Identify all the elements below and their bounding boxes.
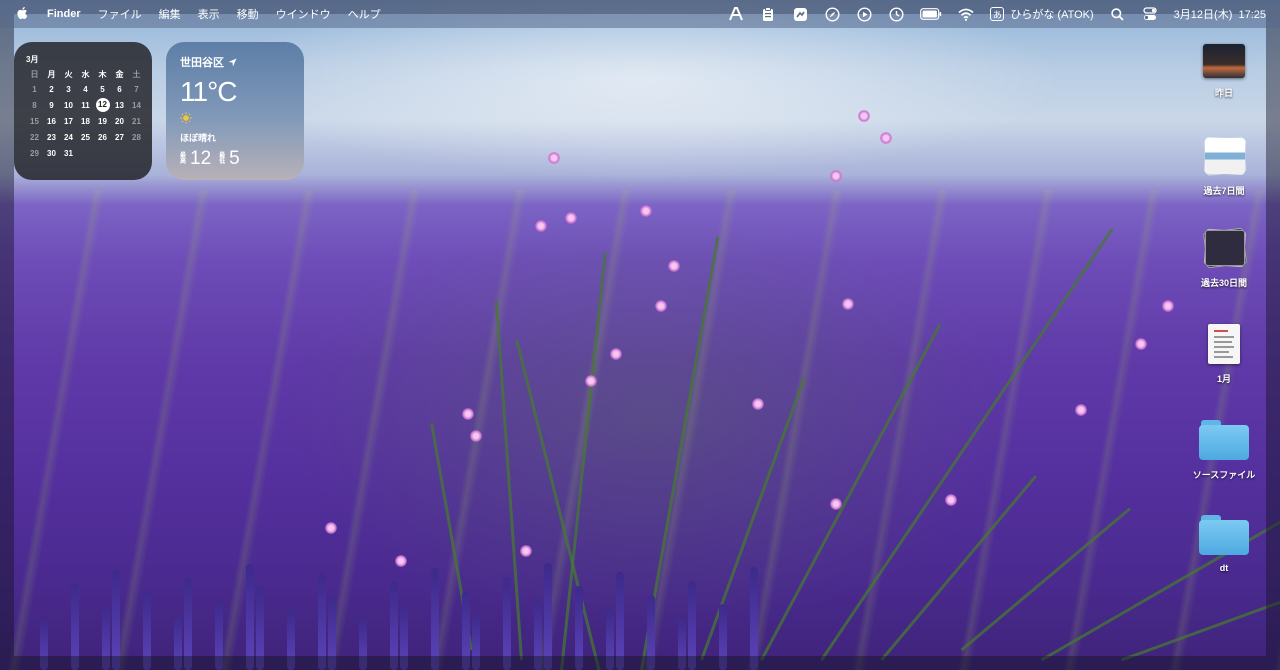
photo-thumbnail-icon bbox=[1203, 44, 1245, 78]
document-icon bbox=[1208, 324, 1240, 364]
input-method-menu[interactable]: あ ひらがな (ATOK) bbox=[990, 6, 1094, 22]
folder-icon bbox=[1199, 420, 1249, 460]
calendar-day: 11 bbox=[81, 101, 90, 110]
calendar-day: 24 bbox=[64, 133, 73, 142]
desktop-item-label: dt bbox=[1219, 563, 1229, 573]
input-method-label: ひらがな (ATOK) bbox=[1010, 9, 1094, 21]
desktop-item-last-7-days[interactable]: 過去7日間 bbox=[1184, 136, 1264, 197]
desktop-item-label: 過去30日間 bbox=[1200, 278, 1247, 288]
calendar-day: 16 bbox=[47, 117, 56, 126]
menu-bar: Finder ファイル 編集 表示 移動 ウインドウ ヘルプ あ ひらがな (A… bbox=[0, 0, 1280, 28]
calendar-weekday: 水 bbox=[81, 70, 90, 79]
stack-icon bbox=[1202, 227, 1248, 269]
desktop-item-dt[interactable]: dt bbox=[1184, 515, 1264, 573]
safari-compass-icon[interactable] bbox=[824, 6, 840, 22]
app-menu-finder[interactable]: Finder bbox=[47, 8, 81, 20]
desktop-item-label: 昨日 bbox=[1214, 88, 1233, 98]
desktop-item-source-files[interactable]: ソースファイル bbox=[1184, 420, 1264, 481]
calendar-weekday: 月 bbox=[47, 70, 56, 79]
calendar-weekday: 土 bbox=[132, 70, 141, 79]
desktop-item-last-30-days[interactable]: 過去30日間 bbox=[1184, 227, 1264, 289]
spotlight-search-icon[interactable] bbox=[1110, 6, 1126, 22]
menu-edit[interactable]: 編集 bbox=[159, 6, 181, 22]
weather-high-low: 最高 12 最低 5 bbox=[180, 148, 290, 170]
calendar-weekday: 日 bbox=[30, 70, 39, 79]
menu-window[interactable]: ウインドウ bbox=[276, 6, 331, 22]
desktop-item-january[interactable]: 1月 bbox=[1184, 324, 1264, 385]
weather-location: 世田谷区 bbox=[180, 57, 224, 69]
menu-help[interactable]: ヘルプ bbox=[348, 6, 381, 22]
calendar-day: 27 bbox=[115, 133, 124, 142]
desktop-item-label: 1月 bbox=[1216, 374, 1231, 384]
location-arrow-icon bbox=[228, 57, 237, 67]
calendar-day: 30 bbox=[47, 149, 56, 158]
calendar-day: 10 bbox=[64, 101, 73, 110]
calendar-day: 18 bbox=[81, 117, 90, 126]
calendar-day: 5 bbox=[100, 85, 105, 94]
play-icon[interactable] bbox=[856, 6, 872, 22]
weather-high-label: 最高 bbox=[180, 153, 187, 165]
calendar-day: 26 bbox=[98, 133, 107, 142]
calendar-grid: 日月火水木金土 1 2 3 4 5 6 7 8 9 10 11 12 13 14 15 16 17 18 19 20 21… bbox=[26, 69, 142, 160]
calendar-weekday: 金 bbox=[115, 70, 124, 79]
calendar-day: 13 bbox=[115, 101, 124, 110]
wifi-icon[interactable] bbox=[958, 6, 974, 22]
clipboard-icon[interactable] bbox=[760, 6, 776, 22]
calendar-day: 21 bbox=[132, 117, 141, 126]
clock-icon[interactable] bbox=[888, 6, 904, 22]
desktop-item-yesterday[interactable]: 昨日 bbox=[1184, 44, 1264, 99]
calendar-day: 6 bbox=[117, 85, 122, 94]
calendar-today: 12 bbox=[95, 98, 110, 112]
menu-file[interactable]: ファイル bbox=[98, 6, 142, 22]
calendar-weekday: 火 bbox=[64, 70, 73, 79]
stack-icon bbox=[1203, 136, 1247, 176]
calendar-day: 22 bbox=[30, 133, 39, 142]
menubar-clock[interactable]: 3月12日(木) 17:25 bbox=[1174, 6, 1266, 22]
calendar-day: 15 bbox=[30, 117, 39, 126]
screenshot-icon[interactable] bbox=[792, 6, 808, 22]
calendar-day: 8 bbox=[32, 101, 37, 110]
calendar-day: 31 bbox=[64, 149, 73, 158]
weather-low: 5 bbox=[229, 148, 240, 169]
menu-view[interactable]: 表示 bbox=[198, 6, 220, 22]
calendar-day bbox=[128, 147, 145, 160]
calendar-weekday: 木 bbox=[98, 70, 107, 79]
desktop-item-label: ソースファイル bbox=[1192, 470, 1256, 480]
weather-temperature: 11°C bbox=[180, 76, 237, 107]
calendar-day: 2 bbox=[49, 85, 54, 94]
calendar-day: 20 bbox=[115, 117, 124, 126]
weather-location-row: 世田谷区 bbox=[180, 54, 290, 70]
folder-icon bbox=[1199, 515, 1249, 555]
calendar-day: 7 bbox=[134, 85, 139, 94]
calendar-day: 9 bbox=[49, 101, 54, 110]
calendar-widget[interactable]: 3月 日月火水木金土 1 2 3 4 5 6 7 8 9 10 11 12 13 14 15 16 17 18 19 2… bbox=[14, 42, 152, 180]
desktop-item-label: 過去7日間 bbox=[1203, 186, 1245, 196]
calendar-day: 19 bbox=[98, 117, 107, 126]
calendar-day: 14 bbox=[132, 101, 141, 110]
calendar-day: 4 bbox=[83, 85, 88, 94]
sun-icon bbox=[180, 112, 192, 124]
calendar-day: 1 bbox=[32, 85, 37, 94]
weather-condition: ほぼ晴れ bbox=[180, 133, 217, 143]
weather-widget[interactable]: 世田谷区 11°C ほぼ晴れ 最高 12 最低 5 bbox=[166, 42, 304, 180]
calendar-day: 28 bbox=[132, 133, 141, 142]
calendar-day: 29 bbox=[30, 149, 39, 158]
battery-icon[interactable] bbox=[920, 6, 942, 22]
atok-icon[interactable] bbox=[728, 6, 744, 22]
apple-menu-icon[interactable] bbox=[16, 6, 30, 23]
calendar-day bbox=[111, 147, 128, 160]
weather-high: 12 bbox=[190, 148, 212, 169]
input-method-icon: あ bbox=[990, 7, 1005, 21]
weather-low-label: 最低 bbox=[219, 153, 226, 165]
calendar-day: 25 bbox=[81, 133, 90, 142]
calendar-day: 3 bbox=[66, 85, 71, 94]
calendar-day: 17 bbox=[64, 117, 73, 126]
calendar-day bbox=[77, 147, 94, 160]
control-center-icon[interactable] bbox=[1142, 6, 1158, 22]
calendar-month: 3月 bbox=[26, 55, 39, 64]
menu-go[interactable]: 移動 bbox=[237, 6, 259, 22]
calendar-day bbox=[94, 147, 111, 160]
calendar-day: 23 bbox=[47, 133, 56, 142]
